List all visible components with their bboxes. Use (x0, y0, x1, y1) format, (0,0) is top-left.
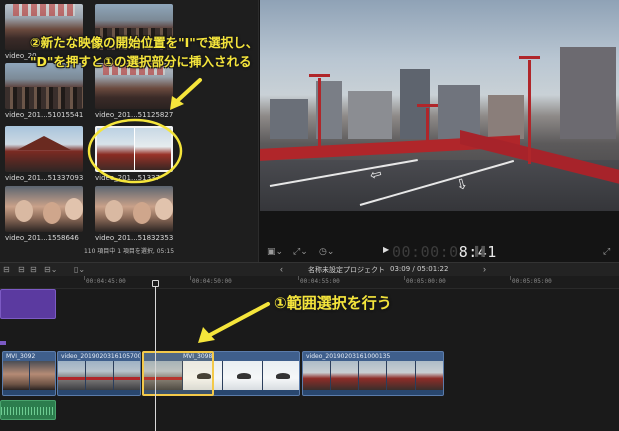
clip-label: video_201...51337 (95, 174, 160, 182)
project-name: 名称未設定プロジェクト (308, 266, 385, 274)
pause-bars-icon: ▌▌ (475, 246, 488, 256)
browser-clip[interactable]: video_201...1558646 (5, 186, 83, 242)
timeline-clip-label: MVI_3098 (183, 353, 213, 360)
browser-clip[interactable]: video_201...51832353 (95, 186, 173, 242)
browser-clip[interactable]: video_201...51125827 (95, 63, 173, 119)
ruler-tick: 00:04:45:00 (86, 278, 126, 285)
playhead[interactable] (155, 281, 156, 431)
timeline-ruler[interactable]: 00:04:45:00 00:04:50:00 00:04:55:00 00:0… (0, 276, 619, 289)
primary-storyline: MVI_3092 video_20190203161057000 MVI_309… (0, 351, 444, 396)
fullscreen-icon[interactable]: ⤢ (603, 246, 610, 257)
clip-thumbnail-selected[interactable] (95, 126, 173, 172)
project-duration: 03:09 / 05:01:22 (390, 265, 449, 273)
timeline-toolbar: ⊟ ⊟ ⊟ ⊟⌄ ▯⌄ ‹ 名称未設定プロジェクト 03:09 / 05:01:… (0, 262, 619, 276)
browser-clip-selected[interactable]: video_201...51337 (95, 126, 173, 182)
ruler-tick: 00:05:05:00 (512, 278, 552, 285)
annotation-step2-line2: "D"を押すと①の選択部分に挿入される (30, 54, 252, 69)
browser-status: 110 項目中 1 項目を選択, 05:15 (83, 248, 175, 255)
video-frame[interactable]: ⇦ ⇩ (260, 0, 619, 211)
ruler-tick: 00:04:55:00 (300, 278, 340, 285)
clip-label: video_201...51337093 (5, 174, 84, 182)
chevron-left-icon[interactable]: ‹ (280, 264, 283, 274)
browser-clip[interactable]: video_201...51015541 (5, 63, 83, 119)
title-clip[interactable] (0, 289, 56, 319)
chevron-right-icon[interactable]: › (483, 264, 486, 274)
timeline-clip-mvi-3092[interactable]: MVI_3092 (2, 351, 56, 396)
insert-clip-icon[interactable]: ⊟ (18, 265, 25, 274)
speed-icon[interactable]: ◷⌄ (319, 246, 334, 257)
viewer: ⇦ ⇩ ▣⌄ ⤢⌄ ◷⌄ 00:00:08:41 ▶ ▌▌ ⤢ (258, 0, 619, 262)
clip-thumbnail[interactable] (5, 126, 83, 172)
viewer-controls: ▣⌄ ⤢⌄ ◷⌄ 00:00:08:41 ▶ ▌▌ ⤢ (259, 240, 619, 262)
clip-label: video_201...1558646 (5, 234, 79, 242)
annotation-step1: ①範囲選択を行う (274, 294, 392, 312)
append-clip-icon[interactable]: ⊟ (30, 265, 37, 274)
clip-label: video_201...51832353 (95, 234, 174, 242)
timeline-clip-label: video_20190203161057000 (61, 353, 141, 360)
annotation-step2-line1: ②新たな映像の開始位置を"I"で選択し、 (30, 35, 259, 50)
timeline-clip-video-161000135[interactable]: video_20190203161000135 (302, 351, 444, 396)
ruler-tick: 00:04:50:00 (192, 278, 232, 285)
tool-select-icon[interactable]: ▯⌄ (74, 265, 85, 274)
clip-thumbnail[interactable] (5, 186, 83, 232)
audio-clip[interactable] (0, 400, 56, 420)
timeline-clip-video-161057000[interactable]: video_20190203161057000 (57, 351, 141, 396)
timecode-dim: 00:00:0 (392, 243, 459, 261)
playhead-handle[interactable] (152, 280, 159, 287)
timeline-clip-label: MVI_3092 (6, 353, 36, 360)
overwrite-clip-icon[interactable]: ⊟⌄ (44, 265, 57, 274)
clip-label: video_201...51125827 (95, 111, 174, 119)
ruler-tick: 00:05:00:00 (406, 278, 446, 285)
timeline-clip-label: video_20190203161000135 (306, 353, 391, 360)
play-icon[interactable]: ▶ (383, 245, 389, 254)
clip-label: video_201...51015541 (5, 111, 84, 119)
clip-thumbnail[interactable] (95, 186, 173, 232)
browser-clip[interactable]: video_201...51337093 (5, 126, 83, 182)
title-clip-marker (0, 341, 6, 345)
viewer-options-icon[interactable]: ▣⌄ (267, 246, 283, 257)
connect-clip-icon[interactable]: ⊟ (3, 265, 10, 274)
transform-icon[interactable]: ⤢⌄ (293, 246, 308, 257)
